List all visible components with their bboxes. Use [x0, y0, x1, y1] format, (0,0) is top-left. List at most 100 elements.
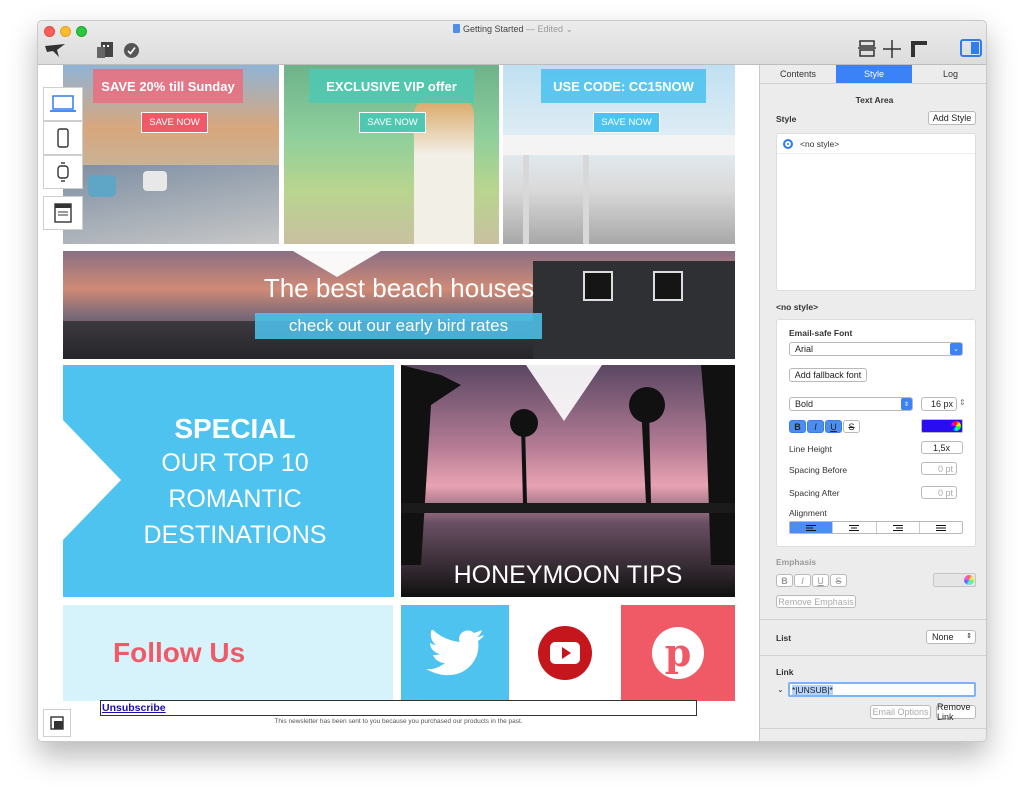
document-icon — [452, 24, 460, 33]
weight-value: Bold — [795, 399, 814, 409]
align-justify-icon — [935, 524, 946, 531]
link-url-value: *|UNSUB|* — [792, 684, 833, 695]
spacing-before-field[interactable]: 0 pt — [921, 462, 957, 475]
banner-tile-3: USE CODE: CC15NOW SAVE NOW — [503, 65, 735, 244]
inspector-sidebar: Contents Style Log Text Area Style Add S… — [759, 65, 986, 741]
banner-headline: EXCLUSIVE VIP offer — [309, 69, 474, 103]
font-value: Arial — [795, 344, 814, 354]
section-title: Text Area — [855, 95, 894, 105]
banner-tile-1: SAVE 20% till Sunday SAVE NOW — [63, 65, 279, 244]
emphasis-strike-button[interactable]: S — [830, 574, 847, 587]
align-justify-button[interactable] — [918, 522, 962, 533]
youtube-icon — [538, 626, 592, 680]
font-select[interactable]: Arial ⌄ — [789, 342, 963, 356]
follow-us-tile: Follow Us — [63, 605, 393, 701]
tablet-preview-button[interactable] — [43, 121, 83, 155]
align-left-button[interactable] — [790, 522, 833, 533]
current-style-heading: <no style> — [776, 302, 819, 312]
updown-chevron-icon: ⇕ — [901, 398, 912, 410]
emphasis-bold-button[interactable]: B — [776, 574, 793, 587]
laptop-icon — [50, 95, 76, 112]
align-center-icon — [849, 524, 860, 531]
layout-icon[interactable] — [857, 39, 877, 59]
unsubscribe-link[interactable]: Unsubscribe — [102, 702, 166, 714]
titlebar: Getting Started — Edited ⌄ — [38, 21, 986, 65]
save-now-button[interactable]: SAVE NOW — [359, 112, 426, 133]
align-right-icon — [892, 524, 903, 531]
twitter-tile[interactable] — [401, 605, 509, 701]
app-window: Getting Started — Edited ⌄ SAVE 20% till… — [37, 20, 987, 742]
weight-select[interactable]: Bold ⇕ — [789, 397, 913, 411]
tab-contents[interactable]: Contents — [760, 65, 836, 83]
beach-subtitle: check out our early bird rates — [255, 313, 542, 339]
phone-icon — [57, 128, 69, 148]
color-wheel-icon — [964, 575, 974, 585]
footer-note: This newsletter has been sent to you bec… — [274, 718, 523, 725]
export-icon[interactable] — [95, 40, 117, 60]
chevron-down-icon[interactable]: ⌄ — [777, 685, 784, 694]
youtube-tile[interactable] — [509, 605, 621, 701]
email-safe-font-label: Email-safe Font — [789, 328, 853, 338]
italic-button[interactable]: I — [807, 420, 824, 433]
emphasis-underline-button[interactable]: U — [812, 574, 829, 587]
beach-title: The best beach houses — [263, 273, 535, 303]
emphasis-italic-button[interactable]: I — [794, 574, 811, 587]
pinterest-icon: p — [652, 627, 704, 679]
plaintext-preview-button[interactable] — [43, 196, 83, 230]
style-list-item[interactable]: <no style> — [777, 134, 975, 154]
save-now-button[interactable]: SAVE NOW — [593, 112, 660, 133]
add-style-button[interactable]: Add Style — [928, 111, 976, 125]
strikethrough-button[interactable]: S — [843, 420, 860, 433]
banner-headline: USE CODE: CC15NOW — [541, 69, 706, 103]
remove-emphasis-button[interactable]: Remove Emphasis — [776, 595, 856, 608]
special-tile: SPECIAL OUR TOP 10 ROMANTIC DESTINATIONS — [63, 365, 394, 597]
special-line-3: ROMANTIC — [168, 485, 302, 513]
tab-style[interactable]: Style — [836, 65, 912, 83]
add-fallback-font-button[interactable]: Add fallback font — [789, 368, 867, 382]
underline-button[interactable]: U — [825, 420, 842, 433]
spacing-after-label: Spacing After — [789, 488, 840, 498]
follow-us-text: Follow Us — [113, 637, 246, 668]
remove-link-button[interactable]: Remove Link — [936, 702, 976, 722]
special-line-4: DESTINATIONS — [143, 521, 327, 549]
unsubscribe-box[interactable]: Unsubscribe — [100, 700, 697, 716]
emphasis-label: Emphasis — [776, 557, 817, 567]
bold-button[interactable]: B — [789, 420, 806, 433]
layers-icon — [50, 716, 64, 730]
updown-chevron-icon: ⇕ — [966, 633, 972, 640]
crosshair-icon[interactable] — [882, 39, 902, 59]
banner-headline: SAVE 20% till Sunday — [93, 69, 243, 103]
beach-houses-banner: The best beach houses check out our earl… — [63, 251, 735, 359]
check-icon[interactable] — [124, 43, 139, 58]
link-url-field[interactable]: *|UNSUB|* — [788, 682, 976, 697]
bottom-toggle-button[interactable] — [43, 709, 71, 737]
text-color-well[interactable] — [921, 419, 963, 433]
list-select[interactable]: None ⇕ — [926, 630, 976, 644]
spacing-after-field[interactable]: 0 pt — [921, 486, 957, 499]
emphasis-color-well[interactable] — [933, 573, 976, 587]
email-options-button[interactable]: Email Options — [870, 705, 931, 719]
align-center-button[interactable] — [832, 522, 875, 533]
pinterest-tile[interactable]: p — [621, 605, 735, 701]
twitter-icon — [426, 630, 484, 676]
align-right-button[interactable] — [875, 522, 919, 533]
watch-icon — [57, 162, 69, 182]
style-label: Style — [776, 114, 797, 124]
tab-log[interactable]: Log — [912, 65, 986, 83]
text-settings-panel: Email-safe Font Arial ⌄ Add fallback fon… — [776, 319, 976, 547]
line-height-field[interactable]: 1,5x — [921, 441, 963, 454]
font-size-field[interactable]: 16 px — [921, 397, 957, 411]
alignment-segmented — [789, 521, 963, 534]
special-line-1: SPECIAL — [174, 413, 296, 444]
list-value: None — [932, 632, 954, 642]
line-height-label: Line Height — [789, 444, 833, 454]
style-list: <no style> — [776, 133, 976, 291]
desktop-preview-button[interactable] — [43, 87, 83, 121]
ruler-icon[interactable] — [909, 39, 929, 59]
bird-icon[interactable] — [44, 43, 66, 59]
watch-preview-button[interactable] — [43, 155, 83, 189]
stepper-icon[interactable]: ⇕ — [959, 398, 966, 407]
chevron-down-icon: ⌄ — [950, 343, 962, 355]
save-now-button[interactable]: SAVE NOW — [141, 112, 208, 133]
sidebar-toggle-icon[interactable] — [960, 39, 982, 57]
